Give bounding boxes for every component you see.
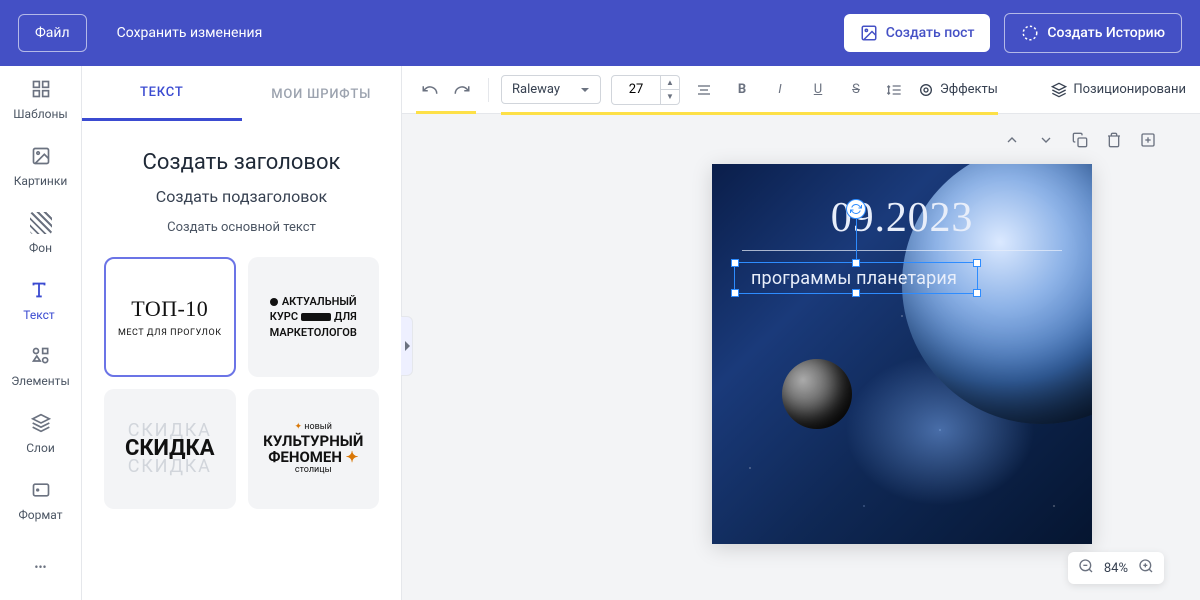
template-text: СКИДКА СКИДКА СКИДКА <box>125 423 215 475</box>
add-heading[interactable]: Создать заголовок <box>104 150 379 175</box>
layers-icon <box>1051 82 1067 98</box>
bold-button[interactable]: B <box>728 76 756 104</box>
size-down[interactable]: ▼ <box>661 90 679 104</box>
size-up[interactable]: ▲ <box>661 76 679 90</box>
tab-text[interactable]: ТЕКСТ <box>82 67 242 121</box>
left-rail: Шаблоны Картинки Фон Текст Элементы Слои… <box>0 66 82 600</box>
rail-label: Картинки <box>14 174 68 188</box>
handle-bm[interactable] <box>852 289 860 297</box>
redo-button[interactable] <box>448 76 476 104</box>
zoom-in-button[interactable] <box>1138 558 1154 578</box>
zoom-control: 84% <box>1068 552 1164 584</box>
create-post-button[interactable]: Создать пост <box>844 14 991 52</box>
add-subheading[interactable]: Создать подзаголовок <box>104 187 379 206</box>
rail-label: Элементы <box>11 374 70 388</box>
rail-label: Шаблоны <box>13 107 67 121</box>
font-size-input[interactable] <box>611 75 661 105</box>
font-name: Raleway <box>512 82 560 97</box>
font-select[interactable]: Raleway <box>501 75 601 104</box>
handle-br[interactable] <box>973 289 981 297</box>
rail-format[interactable]: Формат <box>0 467 81 534</box>
text-icon <box>27 278 51 302</box>
effects-icon <box>918 82 934 98</box>
template-card-aktualny[interactable]: АКТУАЛЬНЫЙ КУРСДЛЯ МАРКЕТОЛОГОВ <box>248 257 380 377</box>
size-stepper: ▲ ▼ <box>661 75 680 105</box>
canvas-area: Raleway ▲ ▼ B I U S Эффек <box>402 66 1200 600</box>
file-button[interactable]: Файл <box>18 14 87 52</box>
canvas-divider <box>742 250 1062 251</box>
rotate-handle[interactable] <box>846 199 866 219</box>
add-button[interactable] <box>1136 128 1160 152</box>
planet-small <box>782 359 852 429</box>
undo-button[interactable] <box>416 76 444 104</box>
positioning-label: Позиционировани <box>1073 82 1186 97</box>
elements-icon <box>29 344 53 368</box>
images-icon <box>29 144 53 168</box>
rail-text[interactable]: Текст <box>0 266 81 333</box>
rail-label: Слои <box>26 441 55 455</box>
delete-button[interactable] <box>1102 128 1126 152</box>
create-story-label: Создать Историю <box>1047 25 1165 41</box>
handle-tl[interactable] <box>731 259 739 267</box>
design-canvas[interactable]: 09.2023 программы планетария <box>712 164 1092 544</box>
rail-templates[interactable]: Шаблоны <box>0 66 81 133</box>
align-button[interactable] <box>690 76 718 104</box>
template-sub: МЕСТ ДЛЯ ПРОГУЛОК <box>118 328 222 338</box>
templates-icon <box>29 77 53 101</box>
italic-button[interactable]: I <box>766 76 794 104</box>
line-height-button[interactable] <box>880 76 908 104</box>
element-action-bar <box>1000 128 1160 152</box>
rail-label: Формат <box>19 508 63 522</box>
handle-tm[interactable] <box>852 259 860 267</box>
tab-my-fonts[interactable]: МОИ ШРИФТЫ <box>242 69 402 120</box>
effects-label: Эффекты <box>940 82 998 97</box>
topbar: Файл Сохранить изменения Создать пост Со… <box>0 0 1200 66</box>
rail-label: Текст <box>23 308 54 322</box>
save-button[interactable]: Сохранить изменения <box>101 15 279 51</box>
rail-images[interactable]: Картинки <box>0 133 81 200</box>
text-panel: ТЕКСТ МОИ ШРИФТЫ Создать заголовок Созда… <box>82 66 402 600</box>
zoom-out-button[interactable] <box>1078 558 1094 578</box>
layers-icon <box>29 411 53 435</box>
positioning-button[interactable]: Позиционировани <box>1051 82 1186 98</box>
rotate-line <box>856 219 857 259</box>
background-icon <box>29 211 53 235</box>
rail-more[interactable]: ••• <box>0 533 81 600</box>
panel-tabs: ТЕКСТ МОИ ШРИФТЫ <box>82 66 401 122</box>
workspace[interactable]: 09.2023 программы планетария 84% <box>402 114 1200 600</box>
story-icon <box>1021 24 1039 42</box>
rail-layers[interactable]: Слои <box>0 400 81 467</box>
template-card-kulturny[interactable]: ✦ новый КУЛЬТУРНЫЙ ФЕНОМЕН ✦ столицы <box>248 389 380 509</box>
template-text: ✦ новый КУЛЬТУРНЫЙ ФЕНОМЕН ✦ столицы <box>263 423 363 476</box>
strikethrough-button[interactable]: S <box>842 76 870 104</box>
handle-bl[interactable] <box>731 289 739 297</box>
underline-button[interactable]: U <box>804 76 832 104</box>
template-text: АКТУАЛЬНЫЙ КУРСДЛЯ МАРКЕТОЛОГОВ <box>270 294 357 340</box>
rail-elements[interactable]: Элементы <box>0 333 81 400</box>
template-card-skidka[interactable]: СКИДКА СКИДКА СКИДКА <box>104 389 236 509</box>
duplicate-button[interactable] <box>1068 128 1092 152</box>
rail-label: Фон <box>29 241 52 255</box>
canvas-date-text[interactable]: 09.2023 <box>712 194 1092 242</box>
create-post-label: Создать пост <box>886 25 975 41</box>
image-icon <box>860 24 878 42</box>
move-up-button[interactable] <box>1000 128 1024 152</box>
create-story-button[interactable]: Создать Историю <box>1004 13 1182 53</box>
selection-box[interactable] <box>734 262 978 294</box>
format-icon <box>29 478 53 502</box>
move-down-button[interactable] <box>1034 128 1058 152</box>
zoom-value: 84% <box>1104 561 1128 576</box>
main: Шаблоны Картинки Фон Текст Элементы Слои… <box>0 66 1200 600</box>
more-icon: ••• <box>29 555 53 579</box>
rail-background[interactable]: Фон <box>0 200 81 267</box>
template-title: ТОП-10 <box>131 296 208 322</box>
text-toolbar: Raleway ▲ ▼ B I U S Эффек <box>402 66 1200 114</box>
handle-tr[interactable] <box>973 259 981 267</box>
template-card-top10[interactable]: ТОП-10 МЕСТ ДЛЯ ПРОГУЛОК <box>104 257 236 377</box>
text-template-grid: ТОП-10 МЕСТ ДЛЯ ПРОГУЛОК АКТУАЛЬНЫЙ КУРС… <box>104 257 379 509</box>
chevron-down-icon <box>580 85 590 95</box>
add-body-text[interactable]: Создать основной текст <box>104 220 379 235</box>
effects-button[interactable]: Эффекты <box>918 82 998 98</box>
